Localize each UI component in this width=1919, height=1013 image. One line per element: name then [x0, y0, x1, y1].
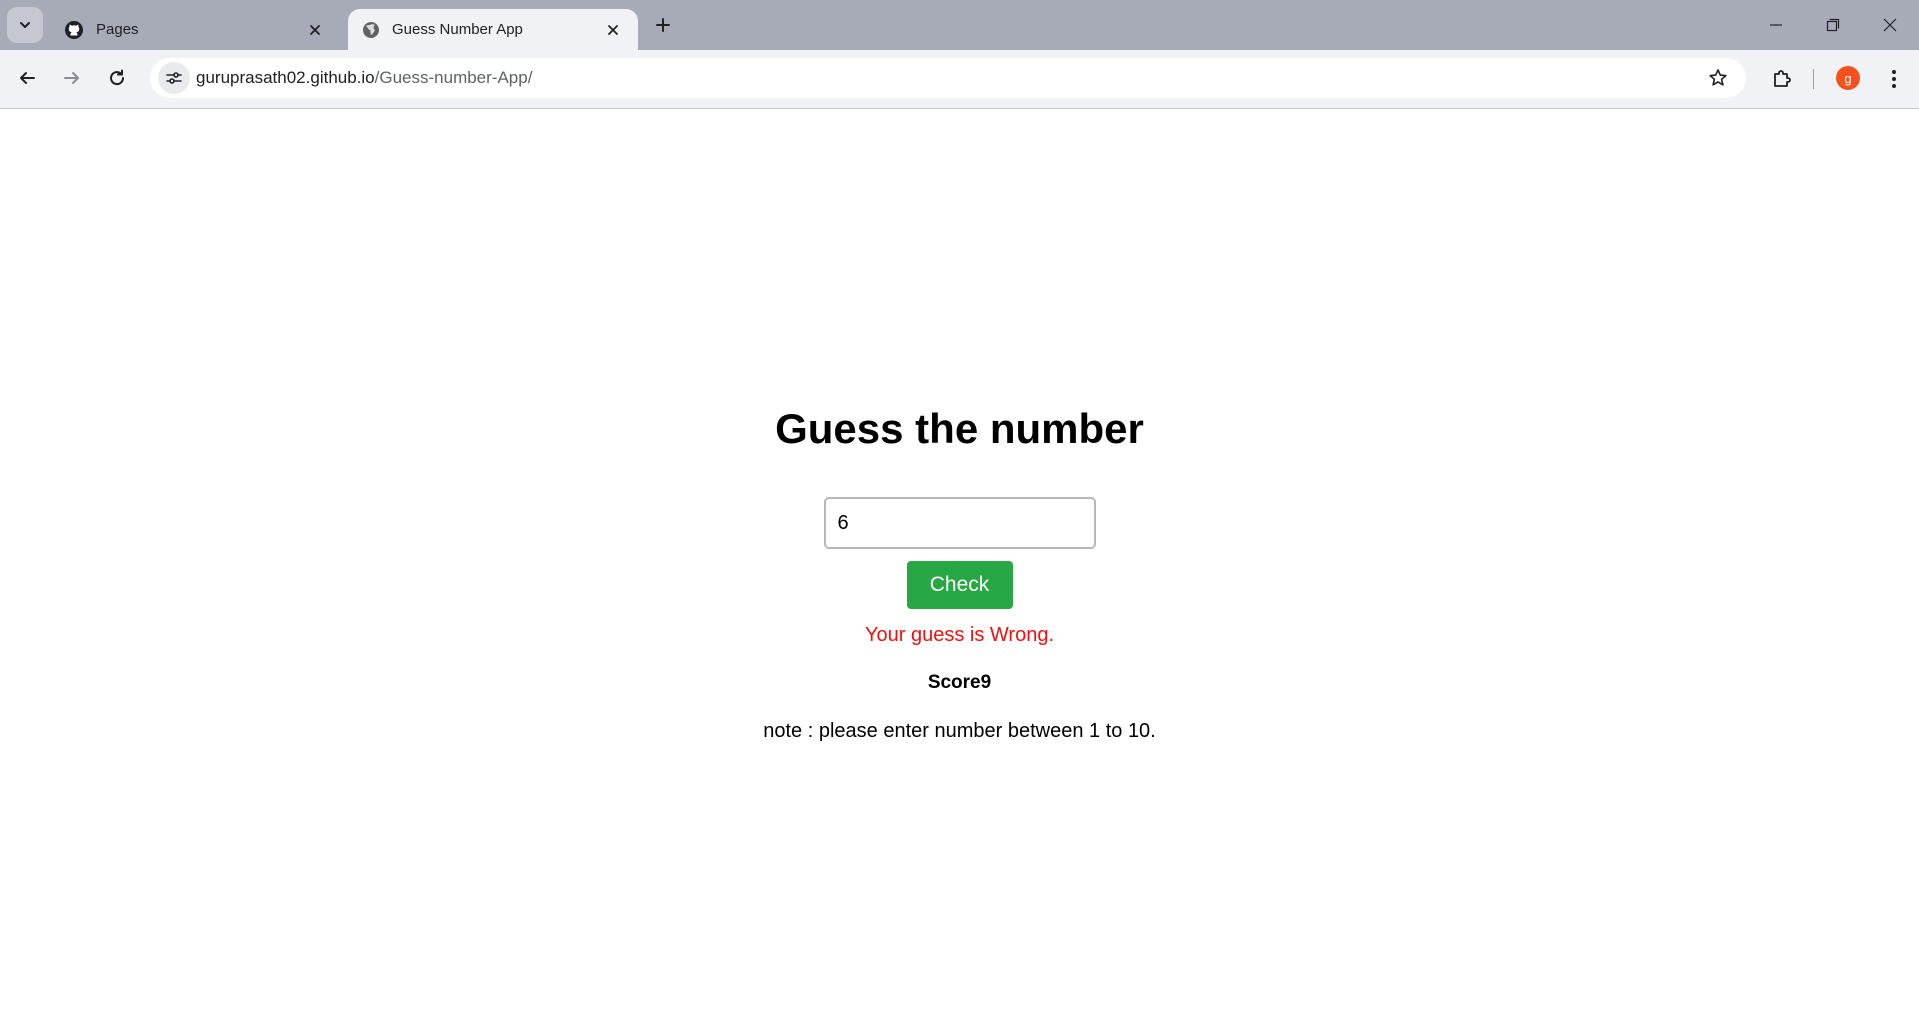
reload-icon	[110, 69, 125, 86]
reload-button[interactable]	[101, 62, 133, 94]
bookmark-button[interactable]	[1706, 66, 1730, 90]
guess-app: Guess the number Check Your guess is Wro…	[0, 405, 1919, 743]
guess-input[interactable]	[823, 497, 1096, 549]
more-vert-icon	[1892, 70, 1896, 88]
note-text: note : please enter number between 1 to …	[763, 720, 1156, 742]
tune-icon	[166, 72, 182, 84]
close-icon	[310, 24, 320, 35]
window-restore-button[interactable]	[1819, 11, 1847, 39]
forward-button[interactable]	[56, 62, 88, 94]
score-text: Score9	[927, 672, 992, 693]
tab-guess-number-app[interactable]: Guess Number App	[348, 9, 638, 50]
github-icon	[65, 20, 83, 39]
site-info-button[interactable]	[158, 62, 190, 94]
back-button[interactable]	[11, 62, 43, 94]
toolbar-divider	[1813, 69, 1814, 89]
url-domain: guruprasath02.github.io	[196, 68, 375, 87]
arrow-left-icon	[20, 72, 35, 84]
tab-search-button[interactable]	[7, 7, 43, 43]
address-bar[interactable]: guruprasath02.github.io/Guess-number-App…	[150, 58, 1746, 98]
browser-toolbar: guruprasath02.github.io/Guess-number-App…	[0, 50, 1919, 109]
tab-guess-title: Guess Number App	[392, 21, 523, 38]
plus-icon	[656, 18, 670, 32]
window-close-button[interactable]	[1876, 11, 1904, 39]
url-path: /Guess-number-App/	[374, 68, 533, 87]
result-message: Your guess is Wrong.	[865, 624, 1054, 646]
arrow-right-icon	[64, 72, 79, 84]
puzzle-icon	[1774, 70, 1791, 87]
restore-icon	[1826, 18, 1840, 32]
close-icon	[608, 24, 618, 35]
page-content: Guess the number Check Your guess is Wro…	[0, 109, 1919, 1013]
tab-pages-close-button[interactable]	[304, 19, 326, 41]
tab-guess-close-button[interactable]	[602, 19, 624, 41]
extensions-button[interactable]	[1767, 64, 1797, 94]
browser-menu-button[interactable]	[1880, 64, 1908, 94]
close-icon	[1883, 18, 1897, 32]
url-text: guruprasath02.github.io/Guess-number-App…	[196, 68, 532, 88]
check-button[interactable]: Check	[906, 561, 1013, 609]
star-icon	[1709, 69, 1727, 86]
tab-pages[interactable]: Pages	[50, 9, 340, 50]
window-minimize-button[interactable]	[1762, 11, 1790, 39]
tab-pages-title: Pages	[96, 21, 139, 38]
browser-tab-bar: Pages Guess Number App	[0, 0, 1919, 50]
new-tab-button[interactable]	[651, 13, 675, 37]
profile-avatar[interactable]: g	[1836, 66, 1860, 90]
chevron-down-icon	[20, 22, 30, 28]
minimize-icon	[1770, 24, 1782, 26]
page-title: Guess the number	[775, 405, 1144, 452]
globe-icon	[363, 21, 379, 38]
